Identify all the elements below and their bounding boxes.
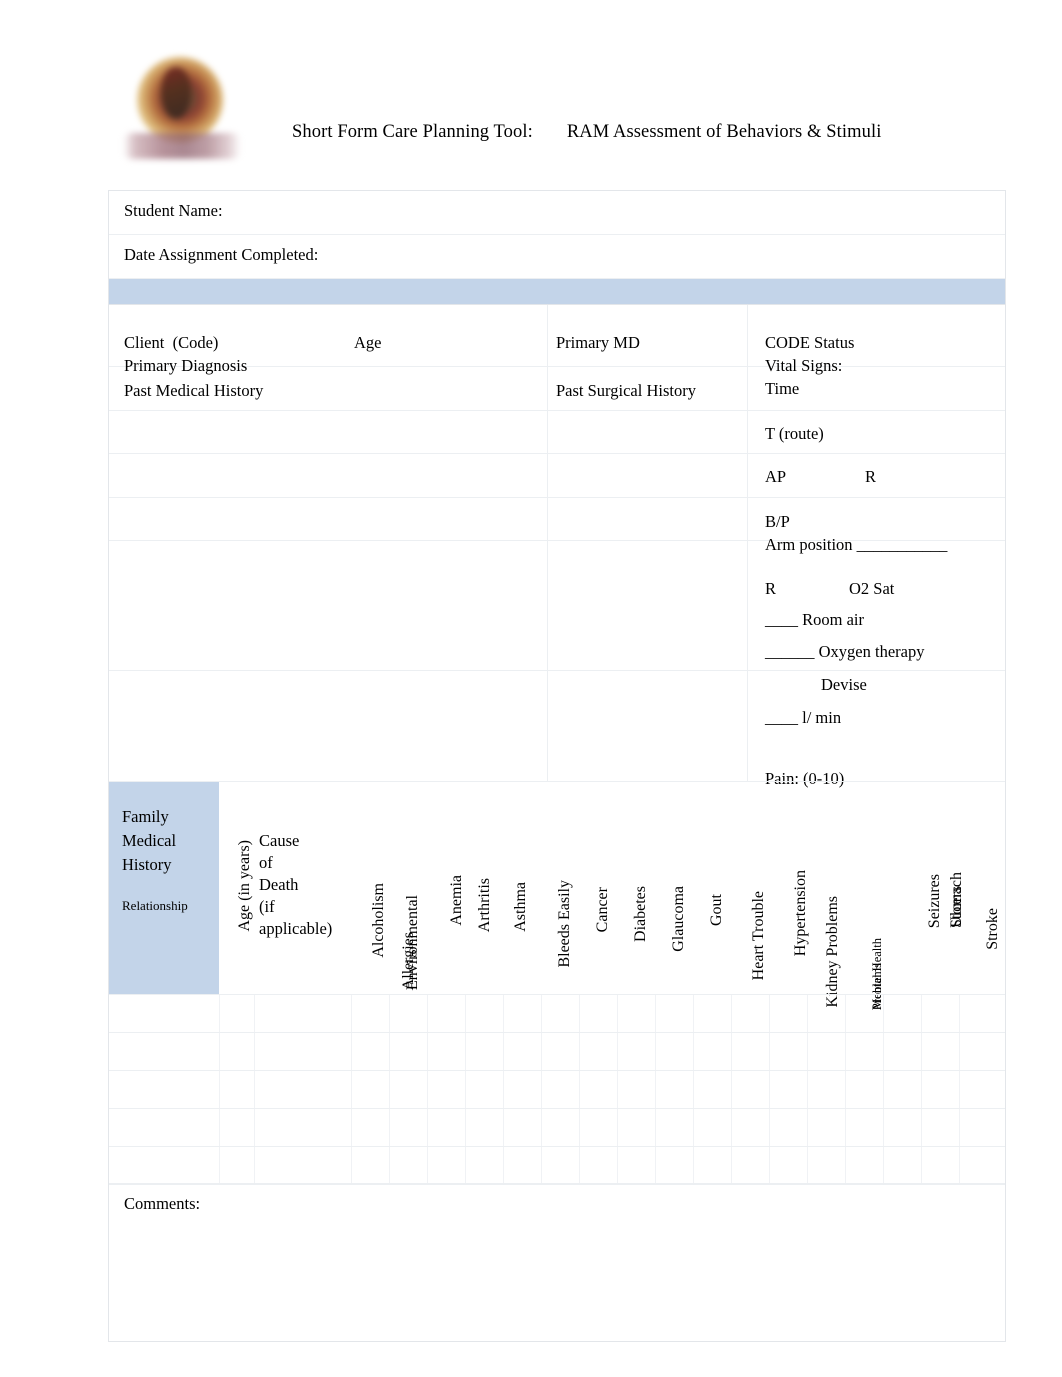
column-header-hypertension: Hypertension: [792, 869, 809, 956]
oxygen-therapy-label: ______ Oxygen therapy: [765, 642, 925, 661]
title-part-1: Short Form Care Planning Tool:: [292, 122, 533, 142]
blood-pressure-label: B/P: [765, 512, 790, 531]
title-part-2: RAM Assessment of Behaviors & Stimuli: [566, 122, 882, 142]
column-header-ulcers: Ulcers: [948, 886, 965, 928]
column-header-diabetes: Diabetes: [632, 886, 649, 942]
column-header-stroke: Stroke: [984, 908, 1001, 950]
column-divider-1: [547, 305, 548, 781]
table-row: [109, 1032, 1005, 1033]
comments-section[interactable]: Comments:: [109, 1184, 1005, 1370]
section-divider-band: [109, 279, 1005, 305]
temperature-label: T (route): [765, 424, 824, 443]
client-code-label: Client (Code): [124, 333, 219, 352]
column-header-bleeds-easily: Bleeds Easily: [556, 880, 573, 968]
primary-md-label: Primary MD: [556, 333, 640, 352]
past-surgical-history-label: Past Surgical History: [556, 381, 696, 400]
family-history-header-row: Family Medical History Relationship Age …: [109, 781, 1005, 1010]
family-history-section-label: Family Medical History Relationship: [109, 782, 219, 994]
column-header-cancer: Cancer: [594, 886, 611, 932]
past-medical-history-label: Past Medical History: [124, 381, 264, 400]
family-history-table-body[interactable]: [109, 994, 1005, 1184]
clinical-info-grid: Client (Code) Age Primary Diagnosis Past…: [109, 305, 1005, 788]
logo-wordmark: [123, 133, 241, 159]
radial-pulse-label: R: [865, 467, 877, 486]
university-seal-logo-icon: [123, 55, 241, 170]
respirations-label: R: [765, 579, 777, 598]
column-header-gout: Gout: [708, 894, 725, 926]
column-header-arthritis: Arthritis: [476, 877, 493, 932]
column-divider-2: [747, 305, 748, 781]
age-label: Age: [354, 333, 382, 352]
table-row: [109, 1146, 1005, 1147]
vital-signs-label: Vital Signs:: [765, 356, 843, 375]
code-status-label: CODE Status: [765, 333, 855, 352]
student-name-row[interactable]: Student Name:: [109, 191, 1005, 235]
table-row: [109, 1108, 1005, 1109]
column-header-asthma: Asthma: [512, 882, 529, 932]
column-header-kidney-problems: Kidney Problems: [824, 896, 841, 1008]
column-header-glaucoma: Glaucoma: [670, 886, 687, 952]
grid-row-line: [109, 410, 1005, 411]
column-header-anemia: Anemia: [448, 875, 465, 926]
page-title: Short Form Care Planning Tool: RAM Assess…: [292, 122, 881, 143]
column-header-heart-trouble: Heart Trouble: [750, 890, 767, 980]
room-air-label: ____ Room air: [765, 610, 864, 629]
devise-label: Devise: [821, 675, 867, 694]
primary-diagnosis-label: Primary Diagnosis: [124, 356, 248, 375]
table-row: [109, 1070, 1005, 1071]
date-completed-row[interactable]: Date Assignment Completed:: [109, 235, 1005, 279]
column-header-seizures: Seizures: [926, 873, 943, 928]
logo-crest: [161, 67, 191, 119]
grid-row-line: [109, 497, 1005, 498]
column-header-alcoholism: Alcoholism: [370, 883, 387, 958]
o2-sat-label: O2 Sat: [849, 579, 895, 598]
column-header-age: Age (in years): [236, 840, 253, 932]
care-plan-form: Student Name: Date Assignment Completed:…: [108, 190, 1006, 1342]
table-row: [109, 994, 1005, 995]
comments-label: Comments:: [124, 1194, 201, 1213]
column-header-cause-of-death: Cause of Death (if applicable): [259, 831, 333, 938]
liters-per-min-label: ____ l/ min: [765, 708, 842, 727]
column-header-environmental: Environmental: [404, 894, 421, 990]
arm-position-label: Arm position ___________: [765, 535, 948, 554]
family-history-title: Family Medical History: [122, 807, 177, 874]
grid-row-line: [109, 670, 1005, 671]
student-name-label: Student Name:: [124, 201, 223, 220]
time-label: Time: [765, 379, 800, 398]
relationship-label: Relationship: [122, 898, 188, 913]
grid-row-line: [109, 453, 1005, 454]
date-completed-label: Date Assignment Completed:: [124, 245, 319, 264]
document-header: Short Form Care Planning Tool: RAM Assess…: [0, 0, 1062, 190]
apical-pulse-label: AP: [765, 467, 787, 486]
